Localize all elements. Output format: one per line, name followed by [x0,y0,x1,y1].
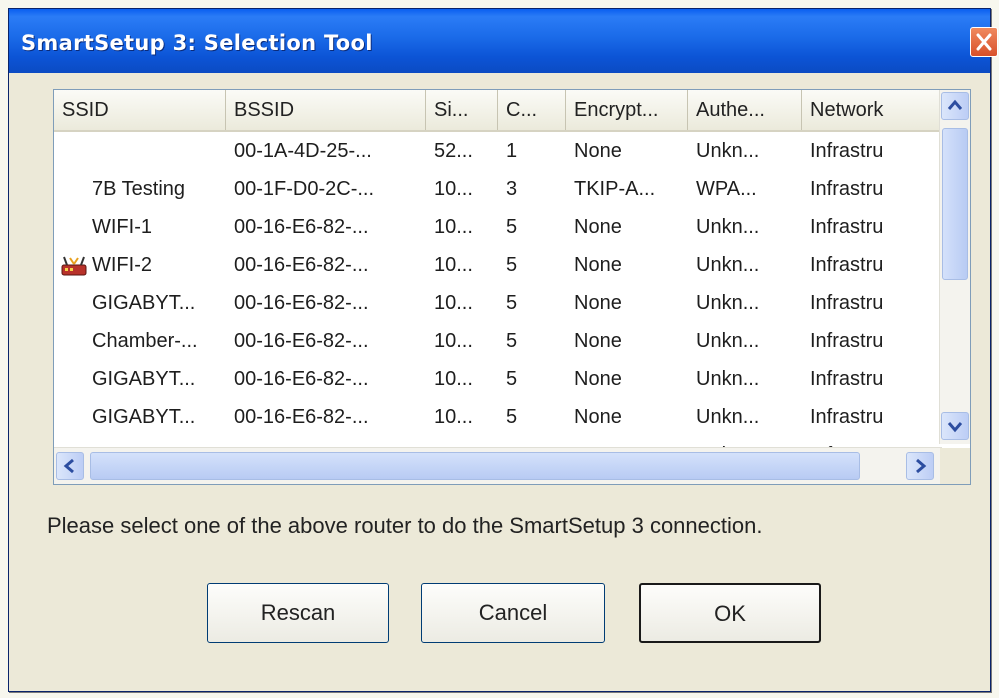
table-row[interactable]: WIFI-2 00-16-E6-82-... 10... 5 None Unkn… [54,246,942,284]
cell-bssid: 00-16-E6-82-... [234,406,369,428]
list-rows: 00-1A-4D-25-... 52... 1 None Unkn... Inf… [54,132,942,474]
cell-authentication: Unkn... [696,254,760,276]
column-header-channel[interactable]: C... [498,90,566,130]
column-header-encryption[interactable]: Encrypt... [566,90,688,130]
cell-authentication: WPA... [696,178,757,200]
scroll-down-button[interactable] [941,412,969,440]
cell-authentication: Unkn... [696,406,760,428]
cell-network: Infrastru [810,292,884,314]
instruction-text: Please select one of the above router to… [47,513,763,538]
cell-ssid: GIGABYT... [92,406,196,428]
cell-network: Infrastru [810,254,884,276]
cell-authentication: Unkn... [696,330,760,352]
arrow-up-icon [947,99,963,110]
horizontal-scroll-thumb[interactable] [90,452,860,480]
cell-bssid: 00-1A-4D-25-... [234,140,372,162]
cell-network: Infrastru [810,140,884,162]
cell-authentication: Unkn... [696,292,760,314]
table-row[interactable]: WIFI-1 00-16-E6-82-... 10... 5 None Unkn… [54,208,942,246]
table-row[interactable]: 00-1A-4D-25-... 52... 1 None Unkn... Inf… [54,132,942,170]
cell-ssid: WIFI-2 [92,254,152,276]
cell-authentication: Unkn... [696,216,760,238]
cell-bssid: 00-16-E6-82-... [234,368,369,390]
close-icon [976,33,992,51]
cell-ssid: WIFI-1 [92,216,152,238]
scroll-up-button[interactable] [941,92,969,120]
table-row[interactable]: GIGABYT... 00-16-E6-82-... 10... 5 None … [54,360,942,398]
cell-network: Infrastru [810,330,884,352]
cell-channel: 5 [506,216,518,238]
vertical-scroll-thumb[interactable] [942,128,968,280]
cell-encryption: None [574,140,622,162]
cell-signal: 10... [434,292,473,314]
list-header: SSID BSSID Si... C... Encrypt... Authe..… [54,90,942,132]
cell-signal: 10... [434,368,473,390]
column-header-signal[interactable]: Si... [426,90,498,130]
column-header-bssid[interactable]: BSSID [226,90,426,130]
cell-signal: 10... [434,178,473,200]
close-button[interactable] [970,27,998,57]
cell-signal: 10... [434,330,473,352]
cell-channel: 5 [506,368,518,390]
cell-channel: 5 [506,254,518,276]
cell-network: Infrastru [810,216,884,238]
arrow-right-icon [916,458,927,474]
cell-encryption: None [574,292,622,314]
cell-encryption: None [574,406,622,428]
dialog-window: SmartSetup 3: Selection Tool SSID BSSID … [8,8,998,692]
column-header-network[interactable]: Network [802,90,942,130]
cell-channel: 5 [506,330,518,352]
cell-bssid: 00-1F-D0-2C-... [234,178,375,200]
network-list[interactable]: SSID BSSID Si... C... Encrypt... Authe..… [53,89,971,485]
cell-bssid: 00-16-E6-82-... [234,292,369,314]
cell-network: Infrastru [810,178,884,200]
cell-encryption: None [574,254,622,276]
cell-channel: 3 [506,178,518,200]
cell-ssid: 7B Testing [92,178,186,200]
horizontal-scrollbar[interactable] [54,447,942,484]
cell-ssid: Chamber-... [92,330,198,352]
cell-ssid [54,132,226,170]
table-row[interactable]: Chamber-... 00-16-E6-82-... 10... 5 None… [54,322,942,360]
scroll-right-button[interactable] [906,452,934,480]
cell-authentication: Unkn... [696,140,760,162]
cell-channel: 5 [506,406,518,428]
cell-authentication: Unkn... [696,368,760,390]
cell-signal: 10... [434,406,473,428]
window-title: SmartSetup 3: Selection Tool [21,31,373,55]
arrow-left-icon [63,458,74,474]
cell-ssid: GIGABYT... [92,368,196,390]
arrow-down-icon [947,422,963,433]
cell-signal: 10... [434,216,473,238]
scrollbar-corner [940,448,970,484]
rescan-button[interactable]: Rescan [207,583,389,643]
cell-channel: 5 [506,292,518,314]
cell-encryption: None [574,330,622,352]
cell-network: Infrastru [810,406,884,428]
cell-encryption: None [574,216,622,238]
table-row[interactable]: GIGABYT... 00-16-E6-82-... 10... 5 None … [54,398,942,436]
table-row[interactable]: GIGABYT... 00-16-E6-82-... 10... 5 None … [54,284,942,322]
title-bar: SmartSetup 3: Selection Tool [9,9,998,73]
column-header-ssid[interactable]: SSID [54,90,226,130]
cell-encryption: TKIP-A... [574,178,656,200]
cell-bssid: 00-16-E6-82-... [234,216,369,238]
cancel-button[interactable]: Cancel [421,583,605,643]
cell-bssid: 00-16-E6-82-... [234,254,369,276]
cell-ssid: GIGABYT... [92,292,196,314]
table-row[interactable]: 7B Testing 00-1F-D0-2C-... 10... 3 TKIP-… [54,170,942,208]
cell-signal: 10... [434,254,473,276]
column-header-authentication[interactable]: Authe... [688,90,802,130]
cell-bssid: 00-16-E6-82-... [234,330,369,352]
dialog-body: SSID BSSID Si... C... Encrypt... Authe..… [9,73,990,691]
cell-network: Infrastru [810,368,884,390]
scroll-left-button[interactable] [56,452,84,480]
cell-signal: 52... [434,140,473,162]
vertical-scrollbar[interactable] [939,90,970,444]
cell-encryption: None [574,368,622,390]
ok-button[interactable]: OK [639,583,821,643]
cell-channel: 1 [506,140,518,162]
